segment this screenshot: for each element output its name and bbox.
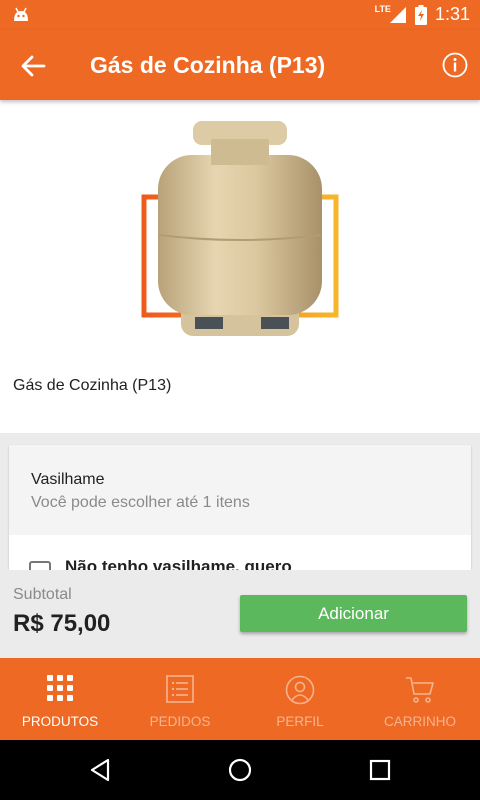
bottom-nav: PRODUTOS PEDIDOS PERFIL CARRINHO bbox=[0, 658, 480, 740]
nav-label-produtos: PRODUTOS bbox=[21, 714, 99, 729]
subtotal-value: R$ 75,00 bbox=[13, 610, 111, 637]
nav-label-perfil: PERFIL bbox=[276, 714, 324, 729]
recents-square-icon[interactable] bbox=[368, 758, 392, 782]
option-checkbox[interactable] bbox=[29, 561, 51, 570]
product-image bbox=[115, 105, 365, 350]
battery-icon bbox=[414, 4, 427, 25]
nav-item-pedidos[interactable]: PEDIDOS bbox=[120, 658, 240, 740]
options-header bbox=[9, 445, 471, 535]
nav-label-pedidos: PEDIDOS bbox=[149, 714, 211, 729]
user-icon bbox=[285, 675, 315, 705]
network-type: LTE bbox=[374, 3, 391, 14]
grid-icon bbox=[47, 675, 73, 701]
nav-item-perfil[interactable]: PERFIL bbox=[240, 658, 360, 740]
options-title: Vasilhame bbox=[31, 471, 105, 488]
nav-item-produtos[interactable]: PRODUTOS bbox=[0, 658, 120, 740]
subtotal-panel: Subtotal R$ 75,00 Adicionar bbox=[0, 570, 480, 658]
option-label[interactable]: Não tenho vasilhame, quero bbox=[65, 557, 292, 570]
back-triangle-icon[interactable] bbox=[88, 758, 112, 782]
add-button[interactable]: Adicionar bbox=[240, 595, 467, 632]
nav-label-carrinho: CARRINHO bbox=[383, 714, 456, 729]
options-subtitle: Você pode escolher até 1 itens bbox=[31, 494, 250, 511]
info-icon[interactable] bbox=[442, 52, 468, 78]
options-card: Vasilhame Você pode escolher até 1 itens… bbox=[9, 445, 471, 570]
cart-icon bbox=[406, 677, 434, 703]
android-icon bbox=[14, 7, 28, 21]
app-bar: Gás de Cozinha (P13) bbox=[0, 30, 480, 100]
status-bar: LTE 1:31 bbox=[0, 0, 480, 30]
signal-icon bbox=[389, 6, 406, 23]
product-name: Gás de Cozinha (P13) bbox=[13, 377, 172, 394]
subtotal-label: Subtotal bbox=[13, 586, 72, 603]
page-title: Gás de Cozinha (P13) bbox=[90, 52, 326, 78]
system-nav-bar bbox=[0, 740, 480, 800]
clock: 1:31 bbox=[434, 4, 470, 24]
nav-item-carrinho[interactable]: CARRINHO bbox=[360, 658, 480, 740]
home-circle-icon[interactable] bbox=[228, 758, 252, 782]
list-icon bbox=[166, 675, 194, 703]
back-arrow-icon[interactable] bbox=[18, 51, 48, 81]
